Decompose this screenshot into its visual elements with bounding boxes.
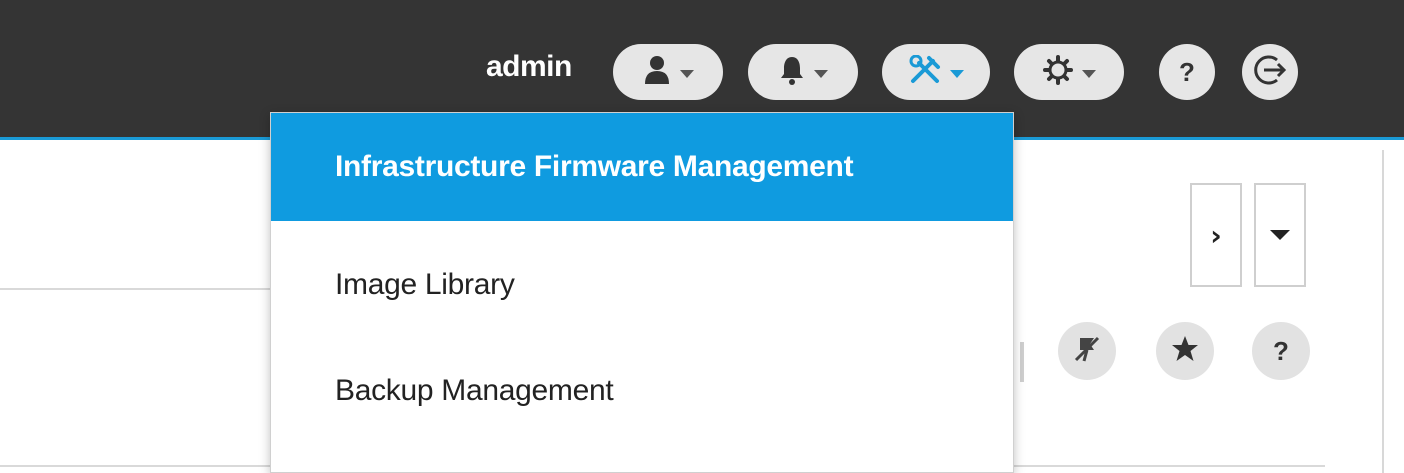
help-icon: ? bbox=[1273, 335, 1289, 366]
more-options-button[interactable] bbox=[1254, 183, 1306, 287]
unpin-button[interactable] bbox=[1058, 322, 1116, 380]
page-help-button[interactable]: ? bbox=[1252, 322, 1310, 380]
next-button[interactable]: › bbox=[1190, 183, 1242, 287]
chevron-down-icon bbox=[680, 70, 694, 78]
bell-icon bbox=[778, 54, 806, 91]
toolbar-separator bbox=[1020, 342, 1024, 382]
logout-button[interactable] bbox=[1242, 44, 1298, 100]
menu-item-infrastructure-firmware-management[interactable]: Infrastructure Firmware Management bbox=[271, 113, 1013, 221]
tools-menu-button[interactable] bbox=[882, 44, 990, 100]
user-menu-button[interactable] bbox=[613, 44, 723, 100]
logout-icon bbox=[1250, 50, 1290, 95]
favorite-button[interactable] bbox=[1156, 322, 1214, 380]
tools-dropdown-menu: Infrastructure Firmware Management Image… bbox=[270, 112, 1014, 473]
notifications-menu-button[interactable] bbox=[748, 44, 858, 100]
user-icon bbox=[642, 54, 672, 91]
unpin-icon bbox=[1072, 334, 1102, 369]
chevron-down-icon bbox=[1082, 70, 1096, 78]
username-label: admin bbox=[486, 50, 572, 83]
star-icon bbox=[1170, 334, 1200, 369]
settings-menu-button[interactable] bbox=[1014, 44, 1124, 100]
chevron-down-icon bbox=[950, 70, 964, 78]
chevron-down-icon bbox=[814, 70, 828, 78]
panel-divider bbox=[1382, 150, 1384, 473]
help-button[interactable]: ? bbox=[1159, 44, 1215, 100]
gear-icon bbox=[1042, 54, 1074, 91]
help-icon: ? bbox=[1179, 56, 1195, 87]
chevron-right-icon: › bbox=[1210, 218, 1222, 252]
menu-item-backup-management[interactable]: Backup Management bbox=[271, 337, 1013, 445]
tools-icon bbox=[908, 54, 942, 90]
chevron-down-icon bbox=[1270, 230, 1290, 240]
menu-item-image-library[interactable]: Image Library bbox=[271, 231, 1013, 339]
